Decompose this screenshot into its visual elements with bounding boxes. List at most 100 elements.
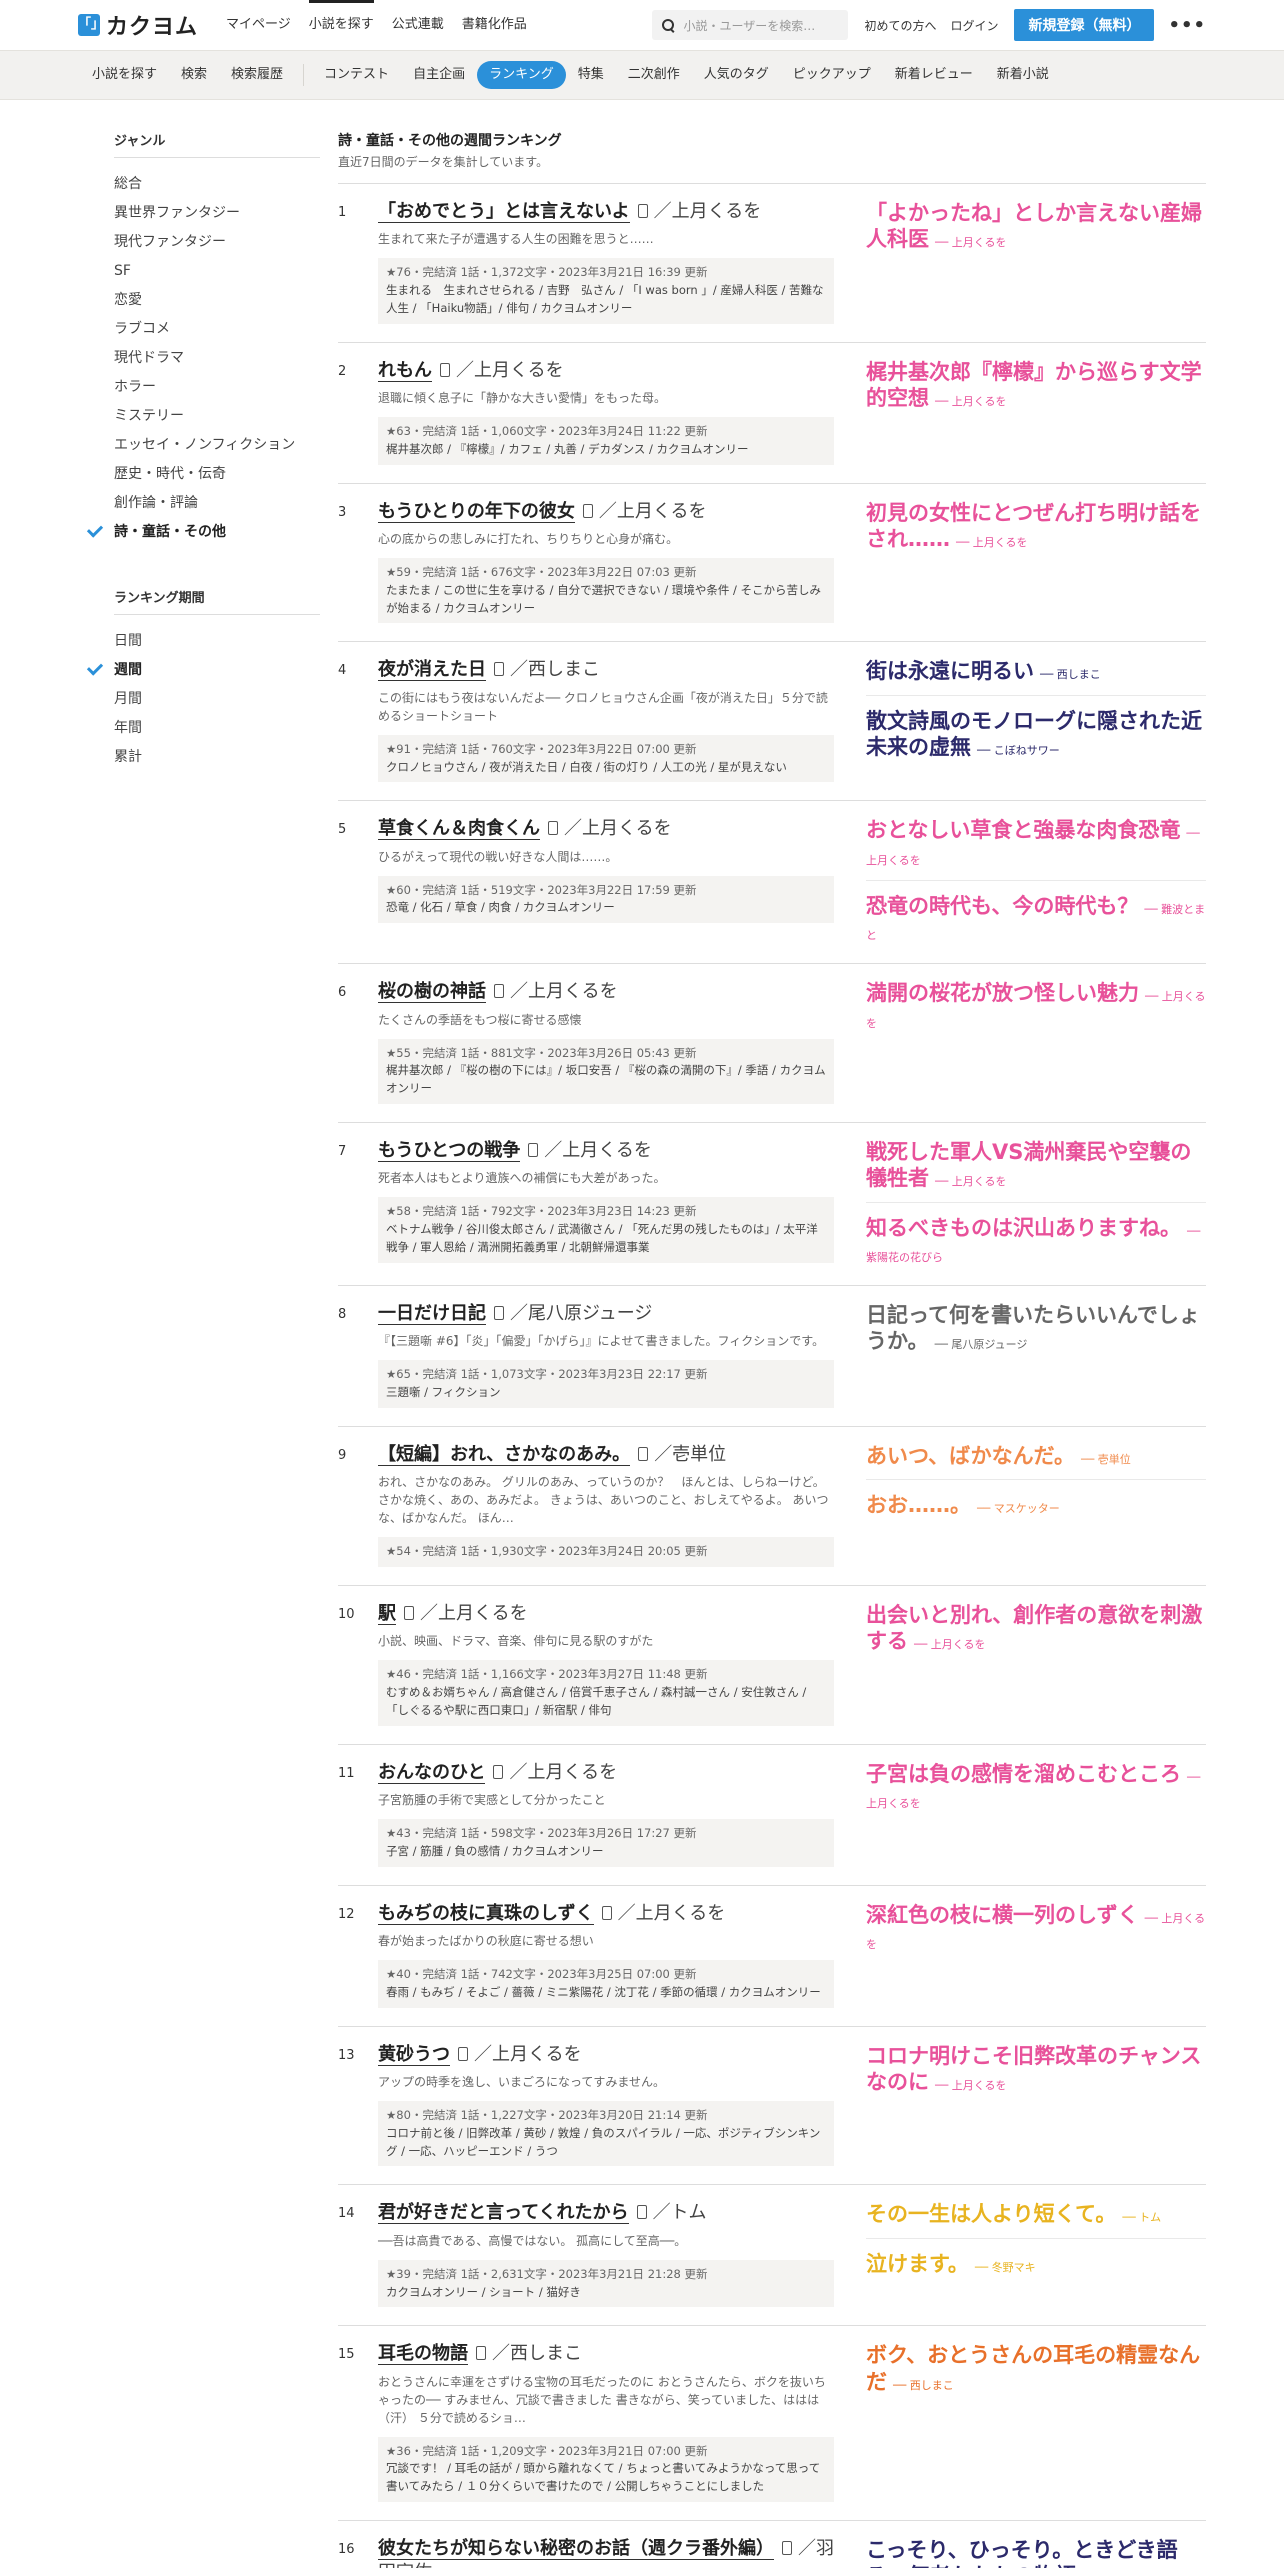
genre-item[interactable]: ミステリー [114, 402, 318, 431]
genre-item[interactable]: SF [114, 257, 318, 286]
signup-button[interactable]: 新規登録（無料） [1014, 9, 1155, 41]
more-menu-icon[interactable]: ••• [1168, 15, 1206, 36]
author-link[interactable]: ／上月くるを [564, 818, 672, 839]
subnav-history[interactable]: 検索履歴 [219, 61, 295, 89]
work-title-link[interactable]: 黄砂うつ [378, 2043, 450, 2066]
subnav-fanfic[interactable]: 二次創作 [616, 61, 692, 89]
subnav-new-reviews[interactable]: 新着レビュー [883, 61, 985, 89]
review-item[interactable]: 初見の女性にとつぜん打ち明け話をされ…… ── 上月くるを [866, 500, 1206, 553]
author-link[interactable]: ／西しまこ [510, 659, 600, 680]
author-link[interactable]: ／上月くるを [420, 1603, 528, 1624]
work-title-link[interactable]: 一日だけ日記 [378, 1303, 486, 1326]
work-title-link[interactable]: 【短編】おれ、さかなのあみ。 [378, 1443, 631, 1466]
period-item[interactable]: 週間 [86, 656, 318, 685]
work-title-link[interactable]: 桜の樹の神話 [378, 981, 486, 1004]
author-link[interactable]: ／尾八原ジュージ [510, 1303, 652, 1324]
author-link[interactable]: ／壱単位 [654, 1444, 726, 1465]
gnav-mypage[interactable]: マイページ [226, 0, 291, 50]
work-tags[interactable]: 春雨 / もみぢ / そよご / 薔薇 / ミニ紫陽花 / 沈丁花 / 季節の循… [386, 1984, 826, 2002]
review-item[interactable]: 子宮は負の感情を溜めこむところ ── 上月くるを [866, 1761, 1206, 1814]
genre-item[interactable]: エッセイ・ノンフィクション [114, 431, 318, 460]
work-tags[interactable]: 梶井基次郎 / 『檸檬』/ カフェ / 丸善 / デカダンス / カクヨムオンリ… [386, 441, 826, 459]
review-item[interactable]: 恐竜の時代も、今の時代も？ ── 難波とまと [866, 893, 1206, 946]
author-link[interactable]: ／上月くるを [544, 1140, 652, 1161]
work-tags[interactable]: 三題噺 / フィクション [386, 1384, 826, 1402]
subnav-popular-tags[interactable]: 人気のタグ [692, 61, 781, 89]
subnav-search[interactable]: 検索 [169, 61, 219, 89]
genre-item[interactable]: 現代ドラマ [114, 344, 318, 373]
work-title-link[interactable]: 君が好きだと言ってくれたから [378, 2202, 629, 2225]
genre-item[interactable]: 歴史・時代・伝奇 [114, 460, 318, 489]
work-tags[interactable]: 子宮 / 筋腫 / 負の感情 / カクヨムオンリー [386, 1843, 826, 1861]
author-link[interactable]: ／上月くるを [599, 501, 707, 522]
work-tags[interactable]: 生まれる 生まれさせられる / 吉野 弘さん / 「I was born 」/ … [386, 282, 826, 318]
subnav-new-novels[interactable]: 新着小説 [985, 61, 1061, 89]
work-title-link[interactable]: もみぢの枝に真珠のしずく [378, 1902, 594, 1925]
work-title-link[interactable]: 夜が消えた日 [378, 659, 486, 682]
gnav-find-novels[interactable]: 小説を探す [308, 0, 374, 50]
review-item[interactable]: こっそり、ひっそり。ときどき語る、何者かたちの物語 [866, 2537, 1206, 2568]
review-item[interactable]: 出会いと別れ、創作者の意欲を刺激する ── 上月くるを [866, 1602, 1206, 1655]
period-item[interactable]: 月間 [114, 685, 318, 714]
work-title-link[interactable]: おんなのひと [378, 1761, 486, 1784]
work-tags[interactable]: カクヨムオンリー / ショート / 猫好き [386, 2284, 826, 2302]
work-tags[interactable]: たまたま / この世に生を享ける / 自分で選択できない / 環境や条件 / そ… [386, 582, 826, 618]
review-item[interactable]: あいつ、ばかなんだ。 ── 壱単位 [866, 1443, 1206, 1481]
genre-item[interactable]: 現代ファンタジー [114, 228, 318, 257]
review-item[interactable]: 泣けます。 ── 冬野マキ [866, 2251, 1206, 2277]
review-item[interactable]: おお……。 ── マスケッター [866, 1492, 1206, 1518]
review-item[interactable]: 戦死した軍人VS満州棄民や空襲の犠牲者 ── 上月くるを [866, 1139, 1206, 1203]
genre-item[interactable]: ホラー [114, 373, 318, 402]
subnav-find[interactable]: 小説を探す [80, 61, 169, 89]
work-tags[interactable]: 冗談です！ / 耳毛の話が / 頭から離れなくて / ちょっと書いてみようかなっ… [386, 2460, 826, 2496]
review-item[interactable]: 満開の桜花が放つ怪しい魅力 ── 上月くるを [866, 980, 1206, 1033]
work-title-link[interactable]: 「おめでとう」とは言えないよ [378, 201, 630, 223]
subnav-ranking[interactable]: ランキング [477, 61, 566, 89]
review-item[interactable]: 「よかったね」としか言えない産婦人科医 ── 上月くるを [866, 200, 1206, 253]
genre-item[interactable]: 異世界ファンタジー [114, 199, 318, 228]
review-item[interactable]: 散文詩風のモノローグに隠された近未来の虚無 ── こぼねサワー [866, 708, 1206, 761]
author-link[interactable]: ／西しまこ [492, 2343, 582, 2364]
site-logo[interactable]: 「」 カクヨム [78, 9, 198, 41]
search-input[interactable]: 小説・ユーザーを検索… [652, 10, 849, 40]
work-title-link[interactable]: 駅 [378, 1603, 396, 1626]
work-title-link[interactable]: 草食くん＆肉食くん [378, 818, 540, 841]
author-link[interactable]: ／上月くるを [509, 1762, 617, 1783]
subnav-feature[interactable]: 特集 [566, 61, 616, 89]
work-title-link[interactable]: れもん [378, 359, 432, 382]
work-title-link[interactable]: 耳毛の物語 [378, 2343, 468, 2366]
author-link[interactable]: ／上月くるを [510, 981, 618, 1002]
review-item[interactable]: 知るべきものは沢山ありますね。 ── 紫陽花の花びら [866, 1215, 1206, 1268]
work-tags[interactable]: コロナ前と後 / 旧弊改革 / 黄砂 / 敦煌 / 負のスパイラル / 一応、ポ… [386, 2125, 826, 2161]
work-title-link[interactable]: 彼女たちが知らない秘密のお話（週クラ番外編） [378, 2538, 774, 2561]
work-tags[interactable]: 恐竜 / 化石 / 草食 / 肉食 / カクヨムオンリー [386, 899, 826, 917]
genre-item[interactable]: ラブコメ [114, 315, 318, 344]
period-item[interactable]: 年間 [114, 714, 318, 743]
genre-item[interactable]: 総合 [114, 170, 318, 199]
beginners-link[interactable]: 初めての方へ [864, 17, 936, 34]
subnav-contest[interactable]: コンテスト [312, 61, 401, 89]
review-item[interactable]: ボク、おとうさんの耳毛の精霊なんだ ── 西しまこ [866, 2342, 1206, 2395]
review-item[interactable]: 日記って何を書いたらいいんでしょうか。 ── 尾八原ジュージ [866, 1302, 1206, 1355]
gnav-published-works[interactable]: 書籍化作品 [462, 0, 527, 50]
subnav-pickup[interactable]: ピックアップ [781, 61, 883, 89]
genre-item[interactable]: 創作論・評論 [114, 489, 318, 518]
subnav-self-project[interactable]: 自主企画 [401, 61, 477, 89]
work-tags[interactable]: むすめ＆お婿ちゃん / 高倉健さん / 倍賞千恵子さん / 森村誠一さん / 安… [386, 1684, 826, 1720]
review-item[interactable]: その一生は人より短くて。 ── トム [866, 2201, 1206, 2239]
review-item[interactable]: 街は永遠に明るい ── 西しまこ [866, 658, 1206, 696]
period-item[interactable]: 日間 [114, 627, 318, 656]
gnav-official-serials[interactable]: 公式連載 [392, 0, 444, 50]
period-item[interactable]: 累計 [114, 743, 318, 772]
review-item[interactable]: 深紅色の枝に横一列のしずく ── 上月くるを [866, 1902, 1206, 1955]
review-item[interactable]: 梶井基次郎『檸檬』から巡らす文学的空想 ── 上月くるを [866, 359, 1206, 412]
author-link[interactable]: ／上月くるを [654, 201, 762, 222]
genre-item[interactable]: 詩・童話・その他 [86, 518, 318, 547]
author-link[interactable]: ／上月くるを [618, 1903, 726, 1924]
login-link[interactable]: ログイン [950, 17, 998, 34]
work-tags[interactable]: 梶井基次郎 / 『桜の樹の下には』/ 坂口安吾 / 『桜の森の満開の下』/ 季語… [386, 1062, 826, 1098]
work-title-link[interactable]: もうひとつの戦争 [378, 1140, 521, 1163]
author-link[interactable]: ／上月くるを [456, 360, 564, 381]
author-link[interactable]: ／トム [653, 2202, 707, 2223]
work-tags[interactable]: ベトナム戦争 / 谷川俊太郎さん / 武満徹さん / 「死んだ男の残したものは」… [386, 1221, 826, 1257]
